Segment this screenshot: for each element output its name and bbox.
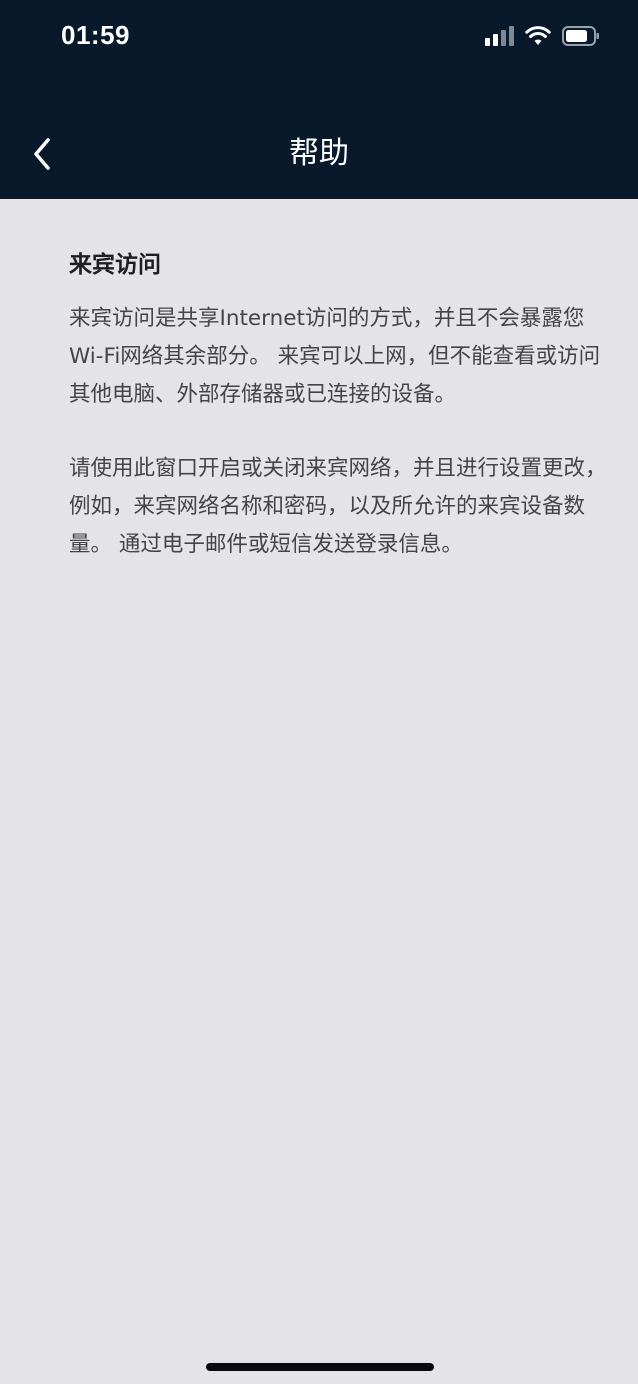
status-time: 01:59 <box>61 20 130 50</box>
wifi-icon <box>525 26 551 50</box>
battery-icon <box>562 26 600 50</box>
help-paragraph: 来宾访问是共享Internet访问的方式，并且不会暴露您Wi-Fi网络其余部分。… <box>69 306 601 407</box>
help-content: 来宾访问 来宾访问是共享Internet访问的方式，并且不会暴露您Wi-Fi网络… <box>69 245 614 564</box>
page-title: 帮助 <box>289 136 349 171</box>
home-indicator[interactable] <box>206 1363 434 1371</box>
navigation-header: 01:59 帮助 <box>0 0 638 199</box>
section-title: 来宾访问 <box>69 252 161 278</box>
cellular-signal-icon <box>485 26 515 50</box>
help-paragraph: 请使用此窗口开启或关闭来宾网络，并且进行设置更改，例如，来宾网络名称和密码，以及… <box>69 456 607 557</box>
status-icons <box>485 24 600 52</box>
